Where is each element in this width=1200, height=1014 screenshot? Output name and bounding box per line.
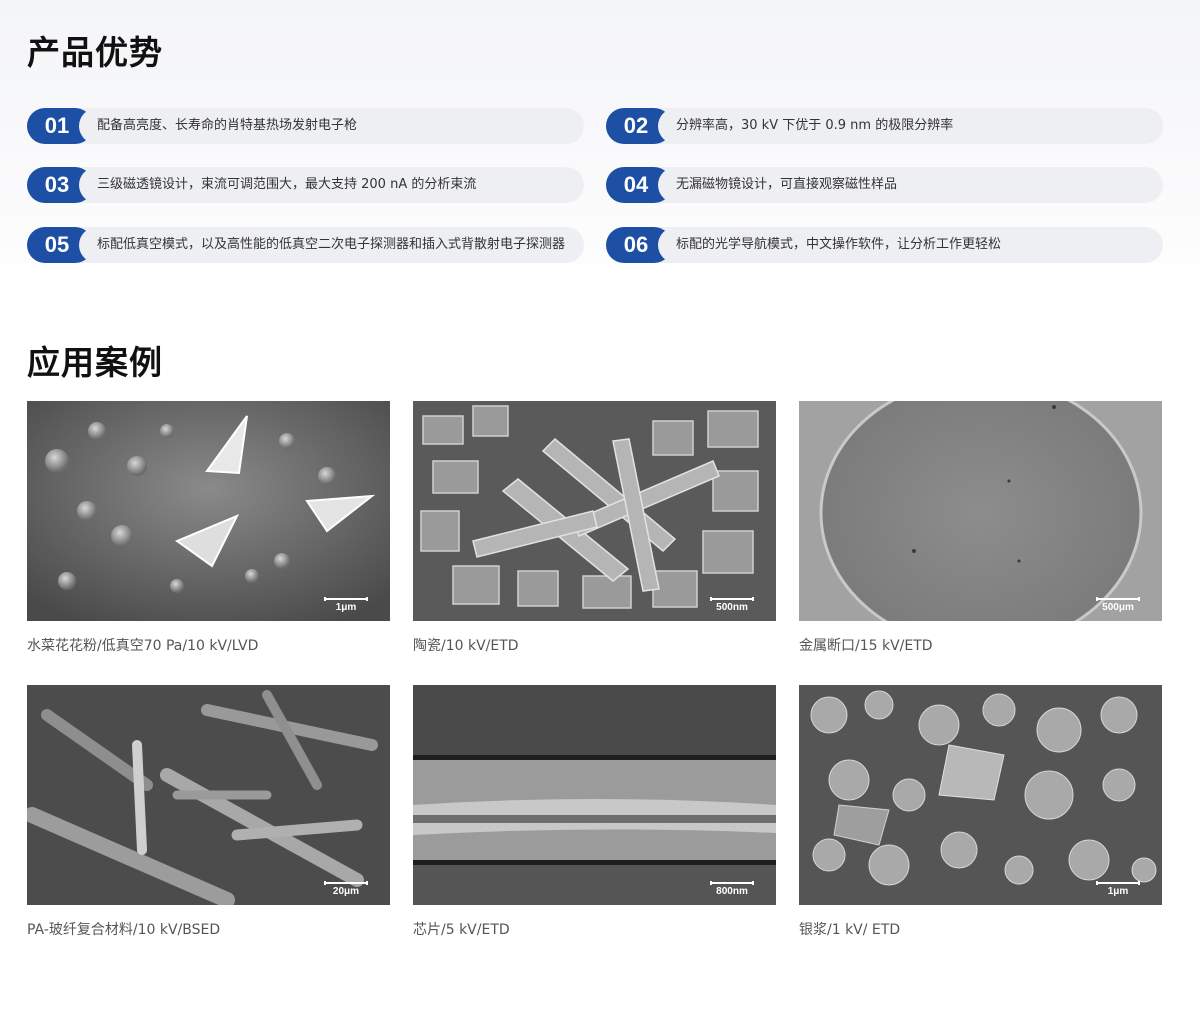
case-caption: 芯片/5 kV/ETD: [413, 922, 510, 938]
case-ceramic: 500nm 陶瓷/10 kV/ETD: [413, 401, 776, 655]
scale-bar: 500μm: [1096, 597, 1140, 613]
advantage-text: 标配低真空模式，以及高性能的低真空二次电子探测器和插入式背散射电子探测器: [97, 237, 566, 252]
advantage-text: 标配的光学导航模式，中文操作软件，让分析工作更轻松: [676, 237, 1002, 252]
advantage-text: 配备高亮度、长寿命的肖特基热场发射电子枪: [97, 118, 358, 133]
sem-image-metal-fracture: 500μm: [799, 401, 1162, 621]
advantage-item-03: 03 三级磁透镜设计，束流可调范围大，最大支持 200 nA 的分析束流: [27, 167, 584, 203]
case-caption: 陶瓷/10 kV/ETD: [413, 638, 519, 654]
applications-title: 应用案例: [27, 343, 163, 382]
sem-image-chip: 800nm: [413, 685, 776, 905]
advantage-text: 分辨率高，30 kV 下优于 0.9 nm 的极限分辨率: [676, 118, 954, 133]
case-pollen: 1μm 水菜花花粉/低真空70 Pa/10 kV/LVD: [27, 401, 390, 655]
advantage-item-06: 06 标配的光学导航模式，中文操作软件，让分析工作更轻松: [606, 227, 1163, 263]
advantage-item-05: 05 标配低真空模式，以及高性能的低真空二次电子探测器和插入式背散射电子探测器: [27, 227, 584, 263]
case-silver-paste: 1μm 银浆/1 kV/ ETD: [799, 685, 1162, 939]
advantage-item-04: 04 无漏磁物镜设计，可直接观察磁性样品: [606, 167, 1163, 203]
case-chip: 800nm 芯片/5 kV/ETD: [413, 685, 776, 939]
advantage-text: 无漏磁物镜设计，可直接观察磁性样品: [676, 177, 898, 192]
advantage-item-01: 01 配备高亮度、长寿命的肖特基热场发射电子枪: [27, 108, 584, 144]
advantages-title: 产品优势: [27, 33, 163, 72]
scale-bar: 800nm: [710, 881, 754, 897]
scale-bar: 20μm: [324, 881, 368, 897]
case-metal-fracture: 500μm 金属断口/15 kV/ETD: [799, 401, 1162, 655]
case-caption: 金属断口/15 kV/ETD: [799, 638, 933, 654]
sem-image-ceramic: 500nm: [413, 401, 776, 621]
advantage-text: 三级磁透镜设计，束流可调范围大，最大支持 200 nA 的分析束流: [97, 177, 477, 192]
sem-image-silver-paste: 1μm: [799, 685, 1162, 905]
case-caption: 水菜花花粉/低真空70 Pa/10 kV/LVD: [27, 638, 259, 654]
scale-bar: 1μm: [324, 597, 368, 613]
case-pa-glass-fiber: 20μm PA-玻纤复合材料/10 kV/BSED: [27, 685, 390, 939]
advantage-item-02: 02 分辨率高，30 kV 下优于 0.9 nm 的极限分辨率: [606, 108, 1163, 144]
scale-bar: 1μm: [1096, 881, 1140, 897]
sem-image-pa-glass-fiber: 20μm: [27, 685, 390, 905]
sem-image-pollen: 1μm: [27, 401, 390, 621]
case-caption: PA-玻纤复合材料/10 kV/BSED: [27, 922, 221, 938]
case-caption: 银浆/1 kV/ ETD: [799, 922, 901, 938]
scale-bar: 500nm: [710, 597, 754, 613]
